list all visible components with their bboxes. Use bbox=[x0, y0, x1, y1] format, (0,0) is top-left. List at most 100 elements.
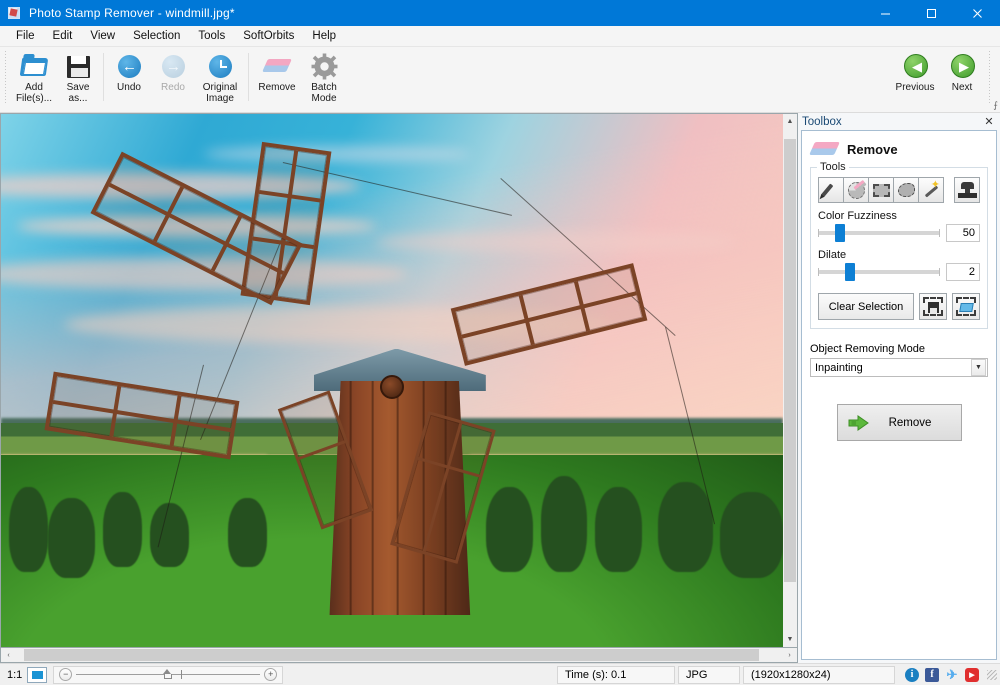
scroll-right-button[interactable]: › bbox=[782, 648, 797, 662]
scroll-vertical-thumb[interactable] bbox=[784, 139, 796, 582]
tools-group-label: Tools bbox=[817, 161, 849, 173]
status-bar: 1:1 − + Time (s): 0.1 JPG (1920x1280x24)… bbox=[0, 663, 1000, 685]
color-fuzziness-label: Color Fuzziness bbox=[818, 210, 980, 222]
scroll-up-button[interactable]: ▲ bbox=[783, 114, 797, 129]
save-selection-button[interactable] bbox=[919, 293, 947, 320]
youtube-icon[interactable]: ▶ bbox=[965, 668, 979, 682]
info-icon[interactable]: i bbox=[905, 668, 919, 682]
open-folder-icon bbox=[19, 52, 49, 80]
scroll-down-button[interactable]: ▼ bbox=[783, 632, 797, 647]
clock-history-icon bbox=[205, 52, 235, 80]
windmill bbox=[1, 114, 783, 647]
rectangle-select-tool-button[interactable] bbox=[868, 177, 894, 203]
remove-button[interactable]: Remove bbox=[837, 404, 962, 441]
color-fuzziness-row: 50 bbox=[818, 224, 980, 242]
chevron-down-icon[interactable]: ▼ bbox=[971, 359, 986, 376]
menu-edit[interactable]: Edit bbox=[44, 28, 82, 44]
status-icons: i f ✈ ▶ bbox=[895, 668, 987, 682]
marquee-icon bbox=[873, 184, 890, 197]
undo-button[interactable]: ← Undo bbox=[107, 47, 151, 94]
minimize-button[interactable] bbox=[862, 0, 908, 26]
add-files-label: Add File(s)... bbox=[16, 82, 52, 104]
zoom-in-button[interactable]: + bbox=[264, 668, 277, 681]
magic-wand-tool-button[interactable]: ✦ bbox=[918, 177, 944, 203]
scroll-left-button[interactable]: ‹ bbox=[1, 648, 16, 662]
previous-button[interactable]: ◀ Previous bbox=[890, 47, 940, 94]
original-image-button[interactable]: Original Image bbox=[195, 47, 245, 105]
fit-to-window-button[interactable] bbox=[27, 667, 47, 683]
toolbar-grip-right[interactable] bbox=[987, 51, 994, 105]
eraser-icon bbox=[262, 52, 292, 80]
lasso-select-tool-button[interactable] bbox=[893, 177, 919, 203]
color-fuzziness-thumb[interactable] bbox=[835, 224, 845, 242]
save-as-label: Save as... bbox=[67, 82, 90, 104]
image-canvas[interactable] bbox=[0, 113, 783, 648]
load-selection-button[interactable] bbox=[952, 293, 980, 320]
toolbox-panel: Toolbox ✕ Remove Tools bbox=[798, 113, 1000, 663]
save-as-button[interactable]: Save as... bbox=[56, 47, 100, 105]
eraser-icon bbox=[812, 140, 838, 158]
dilate-thumb[interactable] bbox=[845, 263, 855, 281]
close-button[interactable] bbox=[954, 0, 1000, 26]
toolbar-grip[interactable] bbox=[3, 51, 10, 105]
menu-help[interactable]: Help bbox=[303, 28, 345, 44]
color-fuzziness-slider[interactable] bbox=[818, 231, 940, 235]
floppy-disk-icon bbox=[63, 52, 93, 80]
color-fuzziness-value[interactable]: 50 bbox=[946, 224, 980, 242]
fit-to-window-icon bbox=[32, 671, 43, 679]
object-removing-mode-select[interactable]: Inpainting ▼ bbox=[810, 358, 988, 377]
image-dimensions-label: (1920x1280x24) bbox=[743, 666, 895, 684]
scroll-horizontal-track[interactable] bbox=[16, 648, 782, 662]
toolbar-action-group: Remove bbox=[252, 47, 346, 109]
mini-folder-icon bbox=[959, 303, 974, 312]
zoom-out-button[interactable]: − bbox=[59, 668, 72, 681]
canvas-vertical-scrollbar[interactable]: ▲ ▼ bbox=[783, 113, 798, 648]
zoom-slider[interactable] bbox=[76, 674, 260, 675]
next-button[interactable]: ▶ Next bbox=[940, 47, 984, 94]
menu-tools[interactable]: Tools bbox=[189, 28, 234, 44]
zoom-ratio-label: 1:1 bbox=[5, 666, 26, 684]
pencil-tool-button[interactable] bbox=[818, 177, 844, 203]
toolbar-separator-2 bbox=[248, 53, 249, 101]
windmill-sail bbox=[450, 263, 646, 365]
redo-arrow-icon: → bbox=[158, 52, 188, 80]
green-right-arrow-icon: ▶ bbox=[947, 52, 977, 80]
mini-floppy-icon bbox=[928, 302, 939, 313]
scroll-vertical-track[interactable] bbox=[783, 129, 797, 632]
toolbar-expand-icon[interactable]: ⨍ bbox=[993, 100, 998, 111]
app-icon bbox=[8, 6, 22, 20]
scroll-horizontal-thumb[interactable] bbox=[24, 649, 759, 661]
close-icon bbox=[972, 8, 983, 19]
eraser-brush-tool-button[interactable] bbox=[843, 177, 869, 203]
windmill-sail bbox=[44, 372, 239, 459]
toolbox-close-icon[interactable]: ✕ bbox=[982, 115, 996, 128]
dilate-row: 2 bbox=[818, 263, 980, 281]
canvas-row: ▲ ▼ bbox=[0, 113, 798, 648]
batch-mode-button[interactable]: Batch Mode bbox=[302, 47, 346, 105]
maximize-button[interactable] bbox=[908, 0, 954, 26]
menu-file[interactable]: File bbox=[7, 28, 44, 44]
stamp-base bbox=[958, 193, 977, 198]
resize-grip[interactable] bbox=[987, 670, 997, 680]
canvas-horizontal-scrollbar[interactable]: ‹ › bbox=[0, 648, 798, 663]
dilate-slider[interactable] bbox=[818, 270, 940, 274]
add-files-button[interactable]: Add File(s)... bbox=[12, 47, 56, 105]
dilate-value[interactable]: 2 bbox=[946, 263, 980, 281]
menu-selection[interactable]: Selection bbox=[124, 28, 189, 44]
redo-button[interactable]: → Redo bbox=[151, 47, 195, 94]
twitter-icon[interactable]: ✈ bbox=[945, 668, 959, 682]
clone-stamp-tool-button[interactable] bbox=[954, 177, 980, 203]
dilate-label: Dilate bbox=[818, 249, 980, 261]
remove-toolbar-button[interactable]: Remove bbox=[252, 47, 302, 94]
file-format-label: JPG bbox=[678, 666, 740, 684]
undo-arrow-icon: ← bbox=[114, 52, 144, 80]
menu-softorbits[interactable]: SoftOrbits bbox=[234, 28, 303, 44]
menu-view[interactable]: View bbox=[81, 28, 124, 44]
zoom-tick-marker bbox=[181, 670, 182, 679]
zoom-slider-cell: − + bbox=[53, 666, 283, 684]
selection-actions-row: Clear Selection bbox=[818, 293, 980, 320]
facebook-icon[interactable]: f bbox=[925, 668, 939, 682]
window-title: Photo Stamp Remover - windmill.jpg* bbox=[29, 6, 862, 20]
clear-selection-button[interactable]: Clear Selection bbox=[818, 293, 914, 320]
menu-bar: File Edit View Selection Tools SoftOrbit… bbox=[0, 26, 1000, 47]
